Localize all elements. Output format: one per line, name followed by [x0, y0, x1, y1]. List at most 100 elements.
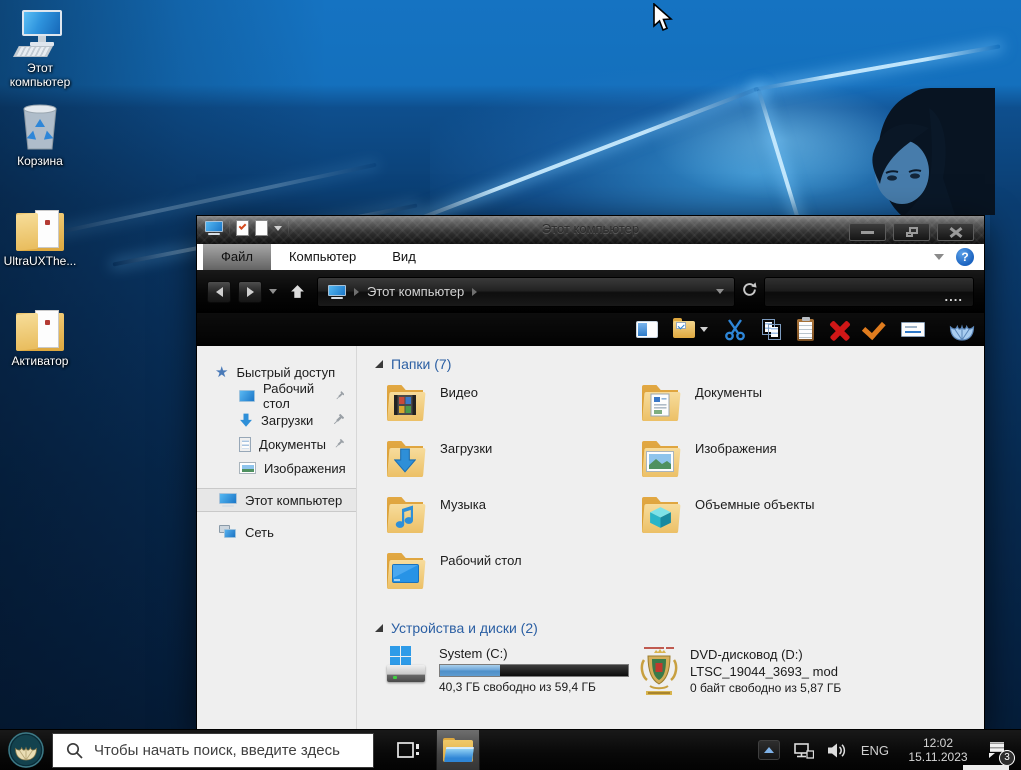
sidebar-item-downloads[interactable]: Загрузки — [197, 408, 356, 432]
recycle-bin-icon — [18, 101, 62, 151]
network-tray-icon[interactable] — [793, 742, 814, 759]
folder-icon — [640, 494, 680, 536]
notification-center-button[interactable]: 3 — [987, 737, 1013, 763]
sidebar-item-network[interactable]: Сеть — [197, 520, 356, 544]
quick-access-star-icon: ★ — [215, 365, 228, 380]
folder-tile-downloads[interactable]: Загрузки — [385, 438, 640, 494]
search-icon — [66, 742, 83, 759]
sidebar-item-documents[interactable]: Документы — [197, 432, 356, 456]
drive-name: System (C:) — [439, 646, 629, 661]
tab-computer[interactable]: Компьютер — [271, 244, 374, 270]
start-button[interactable] — [0, 731, 52, 769]
file-explorer-icon — [443, 738, 473, 762]
rename-button[interactable] — [901, 316, 925, 344]
forward-button[interactable] — [238, 281, 262, 303]
start-shell-icon — [7, 731, 45, 769]
group-title: Устройства и диски (2) — [391, 620, 538, 636]
folder-icon — [385, 550, 425, 592]
pin-icon — [335, 390, 344, 402]
group-header-drives[interactable]: Устройства и диски (2) — [375, 620, 984, 636]
layout-panel-button[interactable] — [636, 316, 658, 344]
taskbar-explorer-button[interactable] — [436, 730, 480, 770]
window-controls — [849, 223, 974, 241]
drive-tile-dvd-d[interactable]: DVD-дисковод (D:) LTSC_19044_3693_ mod 0… — [640, 646, 984, 698]
taskbar-clock[interactable]: 12:02 15.11.2023 — [902, 736, 974, 764]
drive-volume-label: LTSC_19044_3693_ mod — [690, 663, 841, 680]
command-toolbar — [197, 313, 984, 346]
video-glyph-icon — [393, 394, 417, 416]
address-dropdown-icon[interactable] — [716, 289, 724, 294]
mouse-cursor — [652, 3, 674, 38]
tab-view[interactable]: Вид — [374, 244, 434, 270]
window-titlebar[interactable]: Этот компьютер — [197, 216, 984, 244]
chevron-down-icon[interactable] — [700, 327, 708, 332]
desktop-icon-ultraux-folder[interactable]: UltraUXThe... — [2, 203, 78, 268]
folder-label: Музыка — [440, 497, 486, 512]
folder-icon — [640, 382, 680, 424]
close-button[interactable] — [937, 223, 974, 241]
desktop-icon-this-pc[interactable]: Этот компьютер — [2, 10, 78, 89]
folder-tile-music[interactable]: Музыка — [385, 494, 640, 550]
new-window-icon[interactable] — [255, 220, 268, 236]
group-header-folders[interactable]: Папки (7) — [375, 356, 984, 372]
drive-tile-system-c[interactable]: System (C:) 40,3 ГБ свободно из 59,4 ГБ — [385, 646, 640, 698]
back-button[interactable] — [207, 281, 231, 303]
search-input[interactable]: .... — [764, 277, 974, 307]
system-tray: ENG 12:02 15.11.2023 3 — [758, 736, 1021, 764]
minimize-button[interactable] — [849, 223, 886, 241]
desktop-icon-label: Этот компьютер — [2, 61, 78, 89]
tab-file[interactable]: Файл — [203, 244, 271, 270]
sidebar-item-label: Быстрый доступ — [236, 365, 335, 380]
sidebar-item-label: Сеть — [245, 525, 274, 540]
breadcrumb[interactable]: Этот компьютер — [367, 284, 464, 299]
breadcrumb-separator-icon — [472, 288, 477, 296]
folder-label: Загрузки — [440, 441, 492, 456]
clock-date: 15.11.2023 — [902, 750, 974, 764]
shell-icon — [948, 318, 976, 342]
sidebar-item-label: Рабочий стол — [263, 381, 327, 411]
sidebar-item-this-pc[interactable]: Этот компьютер — [197, 488, 356, 512]
classic-shell-button[interactable] — [948, 316, 976, 344]
paste-button[interactable] — [797, 316, 814, 344]
separator — [288, 221, 289, 236]
help-icon[interactable]: ? — [956, 248, 974, 266]
chevron-down-icon[interactable] — [274, 226, 282, 231]
address-bar[interactable]: Этот компьютер — [317, 277, 735, 307]
tray-chevron-up-button[interactable] — [758, 740, 780, 760]
select-button[interactable] — [866, 316, 886, 344]
up-button[interactable] — [284, 280, 310, 304]
new-folder-button[interactable] — [673, 316, 708, 344]
show-desktop-strip[interactable] — [963, 765, 1009, 770]
folder-tile-desktop[interactable]: Рабочий стол — [385, 550, 640, 606]
taskbar-search[interactable] — [52, 733, 374, 768]
desktop-icon-activator-folder[interactable]: Активатор — [2, 303, 78, 368]
copy-button[interactable] — [762, 316, 782, 344]
cut-button[interactable] — [723, 316, 747, 344]
search-input[interactable] — [94, 742, 349, 759]
recent-locations-icon[interactable] — [269, 289, 277, 294]
folder-label: Видео — [440, 385, 478, 400]
explorer-window: Этот компьютер Файл Компьютер Вид ? Этот… — [196, 215, 985, 729]
folder-tile-documents[interactable]: Документы — [640, 382, 895, 438]
computer-icon — [328, 285, 346, 299]
delete-button[interactable] — [829, 316, 851, 344]
task-view-button[interactable] — [390, 730, 426, 770]
computer-icon — [219, 493, 237, 507]
expand-ribbon-icon[interactable] — [934, 254, 944, 260]
folder-tile-pictures[interactable]: Изображения — [640, 438, 895, 494]
desktop-icon-recycle-bin[interactable]: Корзина — [2, 103, 78, 168]
clock-time: 12:02 — [902, 736, 974, 750]
desktop-icon-label: Корзина — [2, 154, 78, 168]
volume-icon[interactable] — [827, 742, 848, 759]
sidebar-item-pictures[interactable]: Изображения — [197, 456, 356, 480]
folder-tile-video[interactable]: Видео — [385, 382, 640, 438]
refresh-button[interactable] — [742, 282, 757, 302]
restore-button[interactable] — [893, 223, 930, 241]
sidebar-item-desktop[interactable]: Рабочий стол — [197, 384, 356, 408]
screen: { "desktop": { "icons": [ { "label": "Эт… — [0, 0, 1021, 770]
properties-check-icon[interactable] — [236, 220, 249, 236]
computer-icon[interactable] — [205, 221, 223, 235]
language-indicator[interactable]: ENG — [861, 743, 889, 758]
download-arrow-icon — [394, 448, 416, 474]
folder-tile-3d-objects[interactable]: Объемные объекты — [640, 494, 895, 550]
